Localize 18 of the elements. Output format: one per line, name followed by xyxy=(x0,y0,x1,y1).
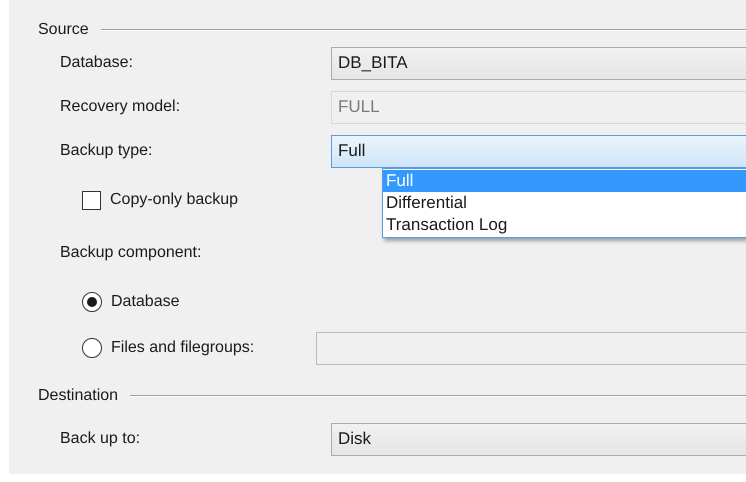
radio-button[interactable] xyxy=(82,338,102,358)
dropdown[interactable]: Full xyxy=(331,134,746,168)
dropdown[interactable]: Disk xyxy=(331,422,746,456)
radio-button[interactable] xyxy=(82,292,102,312)
checkbox[interactable] xyxy=(82,190,101,210)
field-label: Backup type: xyxy=(59,142,154,160)
radio-label[interactable]: Files and filegroups: xyxy=(111,339,254,357)
field-label: Database: xyxy=(59,54,134,72)
field-label: Back up to: xyxy=(59,430,142,448)
group-title: Source xyxy=(38,21,89,39)
dropdown-option[interactable]: Differential xyxy=(383,192,746,214)
radio-label[interactable]: Database xyxy=(111,293,180,311)
group-title: Destination xyxy=(38,387,118,405)
dropdown-option[interactable]: Transaction Log xyxy=(383,214,746,236)
checkbox-label[interactable]: Copy-only backup xyxy=(110,191,238,209)
section-label: Backup component: xyxy=(59,243,202,263)
field-label: Recovery model: xyxy=(59,98,182,116)
dropdown[interactable]: DB_BITA xyxy=(331,46,746,80)
